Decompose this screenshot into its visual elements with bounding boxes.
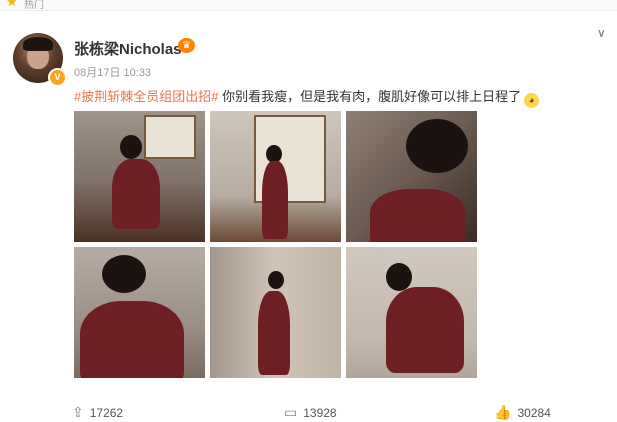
top-bar: ★ 热门: [0, 0, 617, 11]
thumbs-up-icon: 👍: [494, 404, 512, 420]
repost-icon: ⇪: [72, 404, 84, 420]
photo-2[interactable]: [210, 111, 341, 242]
photo-4[interactable]: [74, 247, 205, 378]
avatar-hair: [23, 37, 53, 51]
photo-5[interactable]: [210, 247, 341, 378]
chevron-down-icon[interactable]: ∨: [597, 26, 606, 40]
figure-body: [262, 161, 288, 239]
post-body: 你别看我瘦，但是我有肉，腹肌好像可以排上日程了: [218, 89, 522, 104]
figure-head: [120, 135, 142, 159]
comment-button[interactable]: ▭ 13928: [284, 404, 337, 421]
photo-6[interactable]: [346, 247, 477, 378]
figure-body: [386, 287, 464, 373]
like-button[interactable]: 👍 30284: [494, 404, 551, 421]
comment-count: 13928: [303, 406, 337, 420]
star-icon: ★: [6, 0, 18, 9]
action-bar: ⇪ 17262 ▭ 13928 👍 30284: [0, 396, 617, 422]
username[interactable]: 张栋梁Nicholas: [74, 38, 182, 59]
top-bar-label: 热门: [24, 0, 44, 11]
figure-head: [386, 263, 412, 291]
figure-body: [112, 159, 160, 229]
verified-icon: V: [48, 68, 67, 87]
figure-body: [370, 189, 466, 242]
window-shape: [144, 115, 196, 159]
hashtag-link[interactable]: #披荆斩棘全员组团出招#: [74, 89, 218, 104]
figure-head: [406, 119, 468, 173]
photo-3[interactable]: [346, 111, 477, 242]
comment-icon: ▭: [284, 404, 298, 420]
repost-button[interactable]: ⇪ 17262: [72, 404, 123, 421]
post-text: #披荆斩棘全员组团出招# 你别看我瘦，但是我有肉，腹肌好像可以排上日程了 ◕: [74, 86, 540, 108]
figure-head: [102, 255, 146, 293]
figure-head: [268, 271, 284, 289]
post-timestamp[interactable]: 08月17日 10:33: [74, 64, 151, 80]
photo-1[interactable]: [74, 111, 205, 242]
like-count: 30284: [517, 406, 551, 420]
vip-crown-icon: ♛: [178, 38, 195, 53]
emoji-icon: ◕: [524, 93, 540, 108]
figure-body: [258, 291, 290, 375]
figure-body: [80, 301, 184, 378]
repost-count: 17262: [89, 406, 124, 420]
